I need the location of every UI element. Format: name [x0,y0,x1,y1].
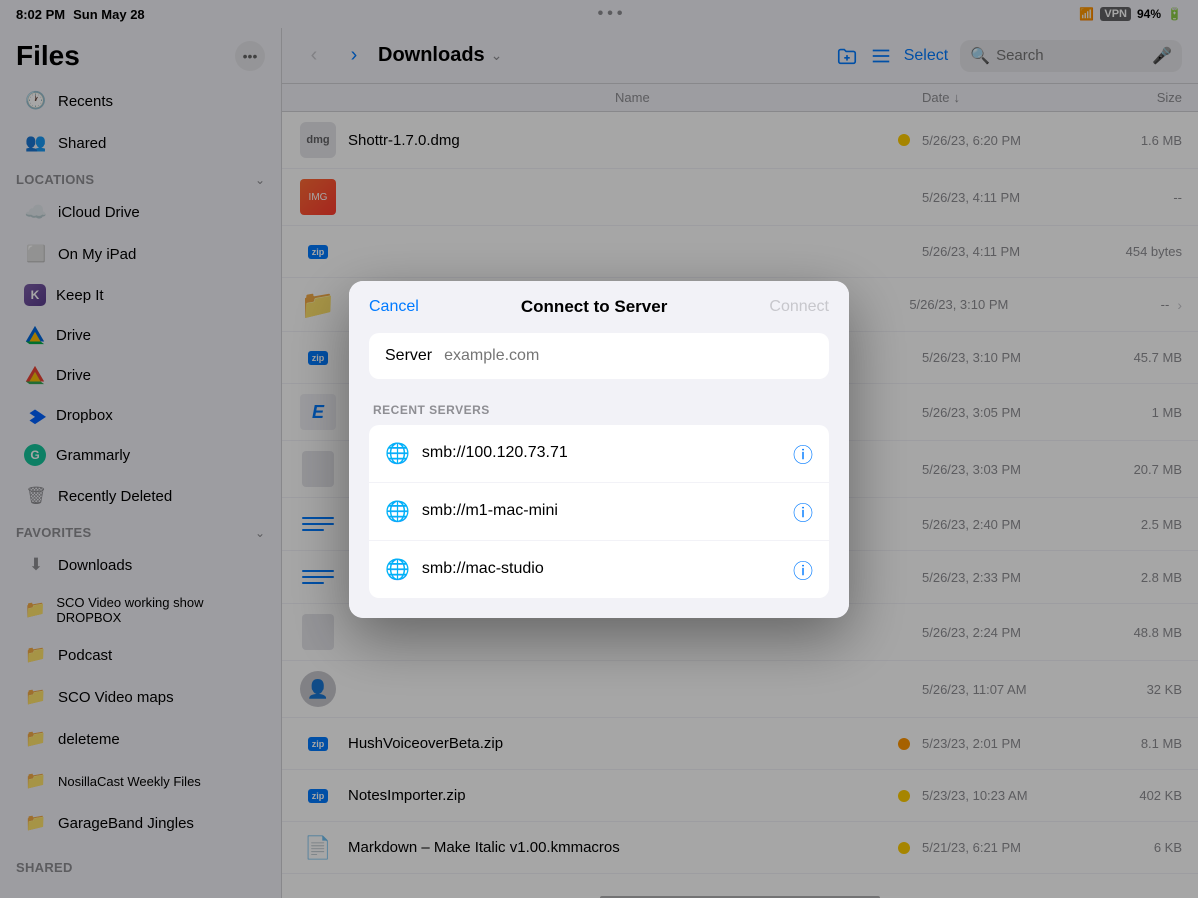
server-info-button[interactable]: ⓘ [793,497,813,526]
server-list-item[interactable]: 🌐 smb://m1-mac-mini ⓘ [369,483,829,541]
connect-button[interactable]: Connect [769,298,829,316]
globe-icon: 🌐 [385,499,410,524]
globe-icon: 🌐 [385,557,410,582]
server-input-row: Server [369,333,829,379]
modal-overlay[interactable]: Cancel Connect to Server Connect Server … [0,0,1198,898]
server-info-button[interactable]: ⓘ [793,555,813,584]
recent-servers-label: RECENT SERVERS [369,403,829,417]
globe-icon: 🌐 [385,441,410,466]
server-address-input[interactable] [444,347,813,365]
server-address: smb://mac-studio [422,560,781,578]
server-label: Server [385,347,432,365]
server-address: smb://100.120.73.71 [422,444,781,462]
modal-title: Connect to Server [521,297,667,317]
connect-to-server-modal: Cancel Connect to Server Connect Server … [349,281,849,618]
server-list-item[interactable]: 🌐 smb://100.120.73.71 ⓘ [369,425,829,483]
modal-body: Server RECENT SERVERS 🌐 smb://100.120.73… [349,333,849,618]
cancel-button[interactable]: Cancel [369,298,419,316]
modal-header: Cancel Connect to Server Connect [349,281,849,333]
server-list: 🌐 smb://100.120.73.71 ⓘ 🌐 smb://m1-mac-m… [369,425,829,598]
server-list-item[interactable]: 🌐 smb://mac-studio ⓘ [369,541,829,598]
server-info-button[interactable]: ⓘ [793,439,813,468]
server-address: smb://m1-mac-mini [422,502,781,520]
